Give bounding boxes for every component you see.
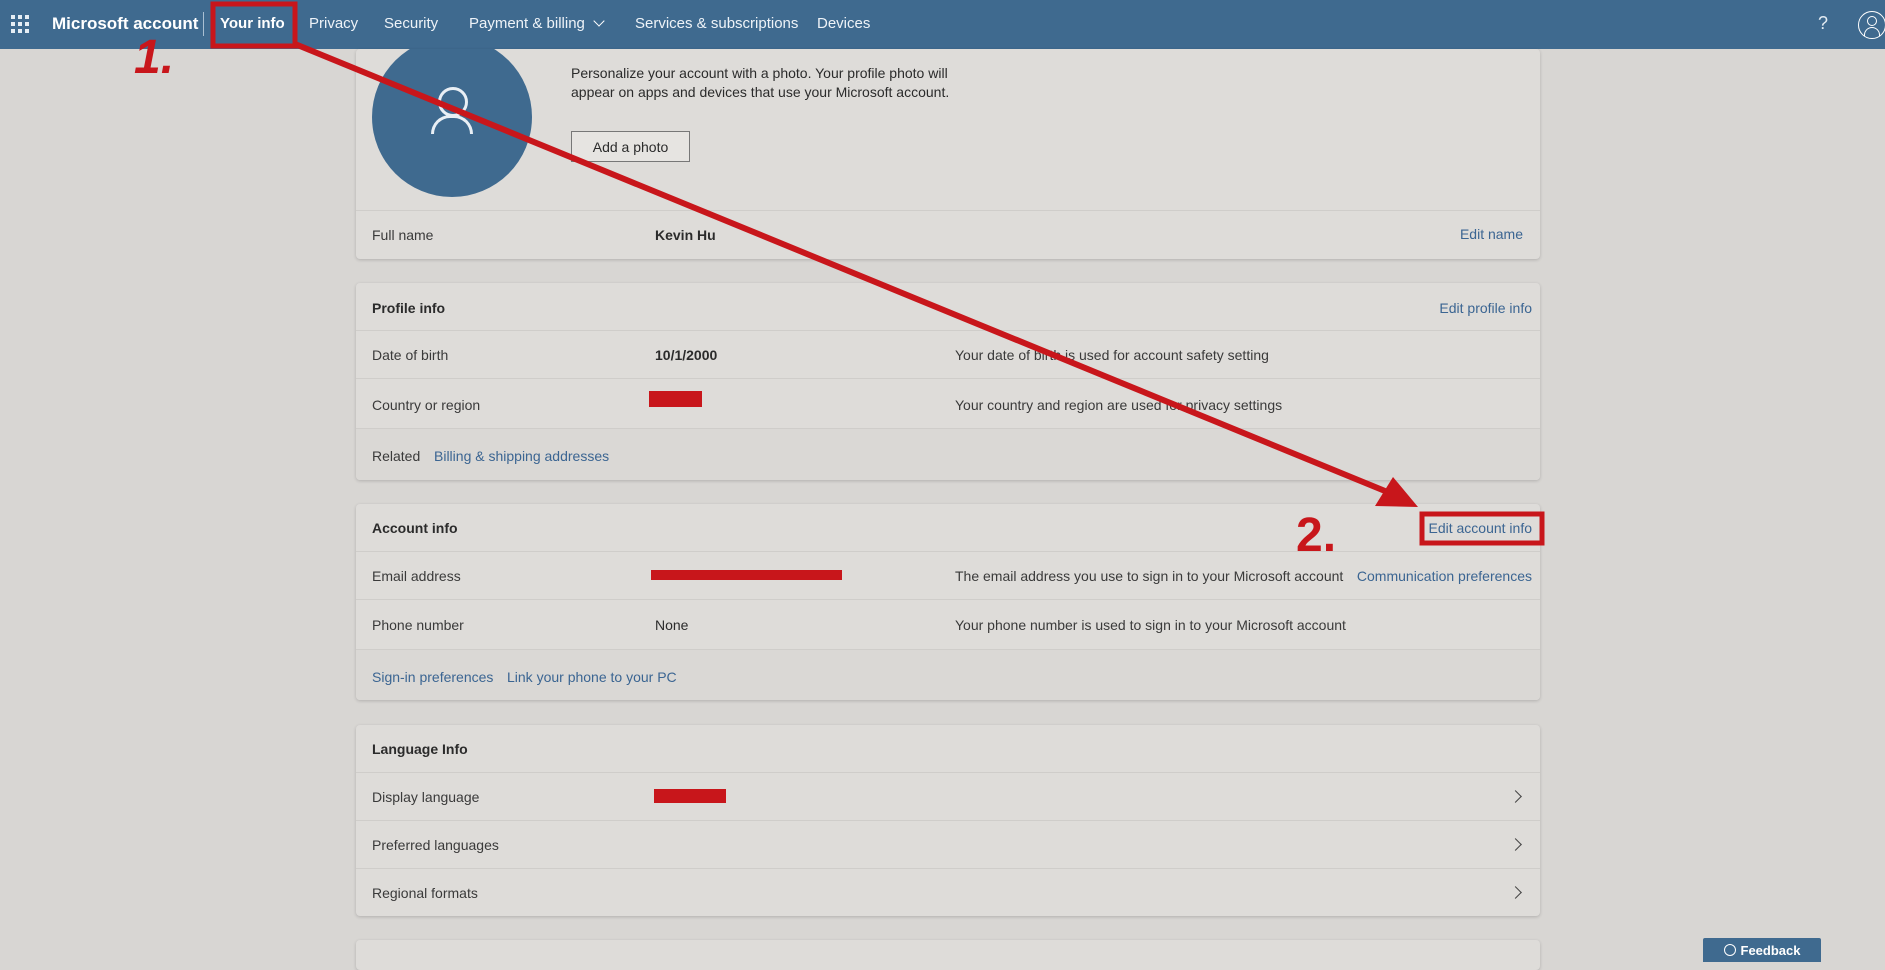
- annotation-step-2: 2.: [1296, 509, 1337, 562]
- profile-avatar: [372, 49, 532, 197]
- redaction-mark: [649, 391, 702, 407]
- language-info-title: Language Info: [372, 741, 468, 757]
- user-account-icon[interactable]: [1858, 11, 1885, 39]
- email-row: Email address The email address you use …: [356, 551, 1540, 600]
- phone-row: Phone number None Your phone number is u…: [356, 599, 1540, 650]
- chevron-right-icon: [1509, 838, 1522, 851]
- brand-title[interactable]: Microsoft account: [52, 14, 198, 34]
- profile-info-title: Profile info: [372, 300, 446, 316]
- edit-account-info-link[interactable]: Edit account info: [1428, 520, 1532, 536]
- phone-description: Your phone number is used to sign in to …: [955, 617, 1346, 633]
- add-photo-button[interactable]: Add a photo: [571, 131, 690, 162]
- dob-row: Date of birth 10/1/2000 Your date of bir…: [356, 330, 1540, 379]
- preferred-languages-label: Preferred languages: [372, 837, 499, 853]
- help-icon[interactable]: ?: [1818, 13, 1828, 34]
- country-description: Your country and region are used for pri…: [955, 397, 1283, 413]
- email-description: The email address you use to sign in to …: [955, 568, 1344, 584]
- related-label: Related: [372, 448, 421, 464]
- regional-formats-label: Regional formats: [372, 885, 478, 901]
- app-launcher-icon[interactable]: [11, 15, 29, 33]
- chevron-down-icon: [593, 15, 605, 27]
- full-name-value: Kevin Hu: [655, 227, 716, 243]
- account-info-card: Account info Edit account info Email add…: [356, 504, 1540, 700]
- photo-card: Personalize your account with a photo. Y…: [356, 49, 1540, 259]
- feedback-button[interactable]: Feedback: [1703, 938, 1821, 962]
- chevron-right-icon: [1509, 790, 1522, 803]
- profile-info-card: Profile info Edit profile info Date of b…: [356, 283, 1540, 480]
- nav-your-info[interactable]: Your info: [220, 15, 285, 32]
- full-name-row: Full name Kevin Hu Edit name: [356, 210, 1540, 259]
- phone-value: None: [655, 617, 689, 633]
- redaction-mark: [651, 570, 842, 580]
- redaction-mark: [654, 789, 726, 803]
- regional-formats-row[interactable]: Regional formats: [356, 868, 1540, 916]
- nav-security[interactable]: Security: [384, 15, 438, 32]
- avatar-person-icon: [438, 87, 468, 117]
- edit-profile-info-link[interactable]: Edit profile info: [1439, 300, 1532, 316]
- account-links-row: Sign-in preferences Link your phone to y…: [356, 649, 1540, 700]
- next-card: [356, 940, 1540, 970]
- nav-services-subscriptions[interactable]: Services & subscriptions: [635, 15, 798, 32]
- feedback-icon: [1723, 944, 1736, 956]
- display-language-row[interactable]: Display language: [356, 772, 1540, 821]
- country-label: Country or region: [372, 397, 481, 413]
- feedback-label: Feedback: [1740, 942, 1801, 958]
- billing-shipping-link[interactable]: Billing & shipping addresses: [434, 448, 609, 464]
- preferred-languages-row[interactable]: Preferred languages: [356, 820, 1540, 869]
- chevron-right-icon: [1509, 886, 1522, 899]
- edit-name-link[interactable]: Edit name: [1460, 226, 1523, 242]
- country-row: Country or region Your country and regio…: [356, 378, 1540, 429]
- dob-label: Date of birth: [372, 347, 449, 363]
- nav-payment-billing[interactable]: Payment & billing: [469, 15, 605, 32]
- nav-devices[interactable]: Devices: [817, 15, 870, 32]
- nav-separator: [203, 12, 204, 36]
- annotation-step-1: 1.: [134, 31, 175, 84]
- top-nav-bar: Microsoft account Your info Privacy Secu…: [0, 0, 1885, 49]
- language-info-card: Language Info Display language Preferred…: [356, 725, 1540, 916]
- link-phone-to-pc-link[interactable]: Link your phone to your PC: [507, 669, 677, 685]
- full-name-label: Full name: [372, 227, 434, 243]
- nav-privacy[interactable]: Privacy: [309, 15, 358, 32]
- annotation-arrow-head: [1375, 477, 1418, 507]
- photo-description: Personalize your account with a photo. Y…: [571, 65, 950, 100]
- sign-in-preferences-link[interactable]: Sign-in preferences: [372, 669, 493, 685]
- communication-preferences-link[interactable]: Communication preferences: [1357, 568, 1532, 584]
- display-language-label: Display language: [372, 789, 480, 805]
- avatar-person-body: [431, 115, 473, 134]
- account-info-title: Account info: [372, 520, 458, 536]
- email-label: Email address: [372, 568, 461, 584]
- nav-payment-billing-label: Payment & billing: [469, 15, 585, 32]
- dob-description: Your date of birth is used for account s…: [955, 347, 1269, 363]
- related-row: Related Billing & shipping addresses: [356, 428, 1540, 480]
- dob-value: 10/1/2000: [655, 347, 718, 363]
- phone-label: Phone number: [372, 617, 464, 633]
